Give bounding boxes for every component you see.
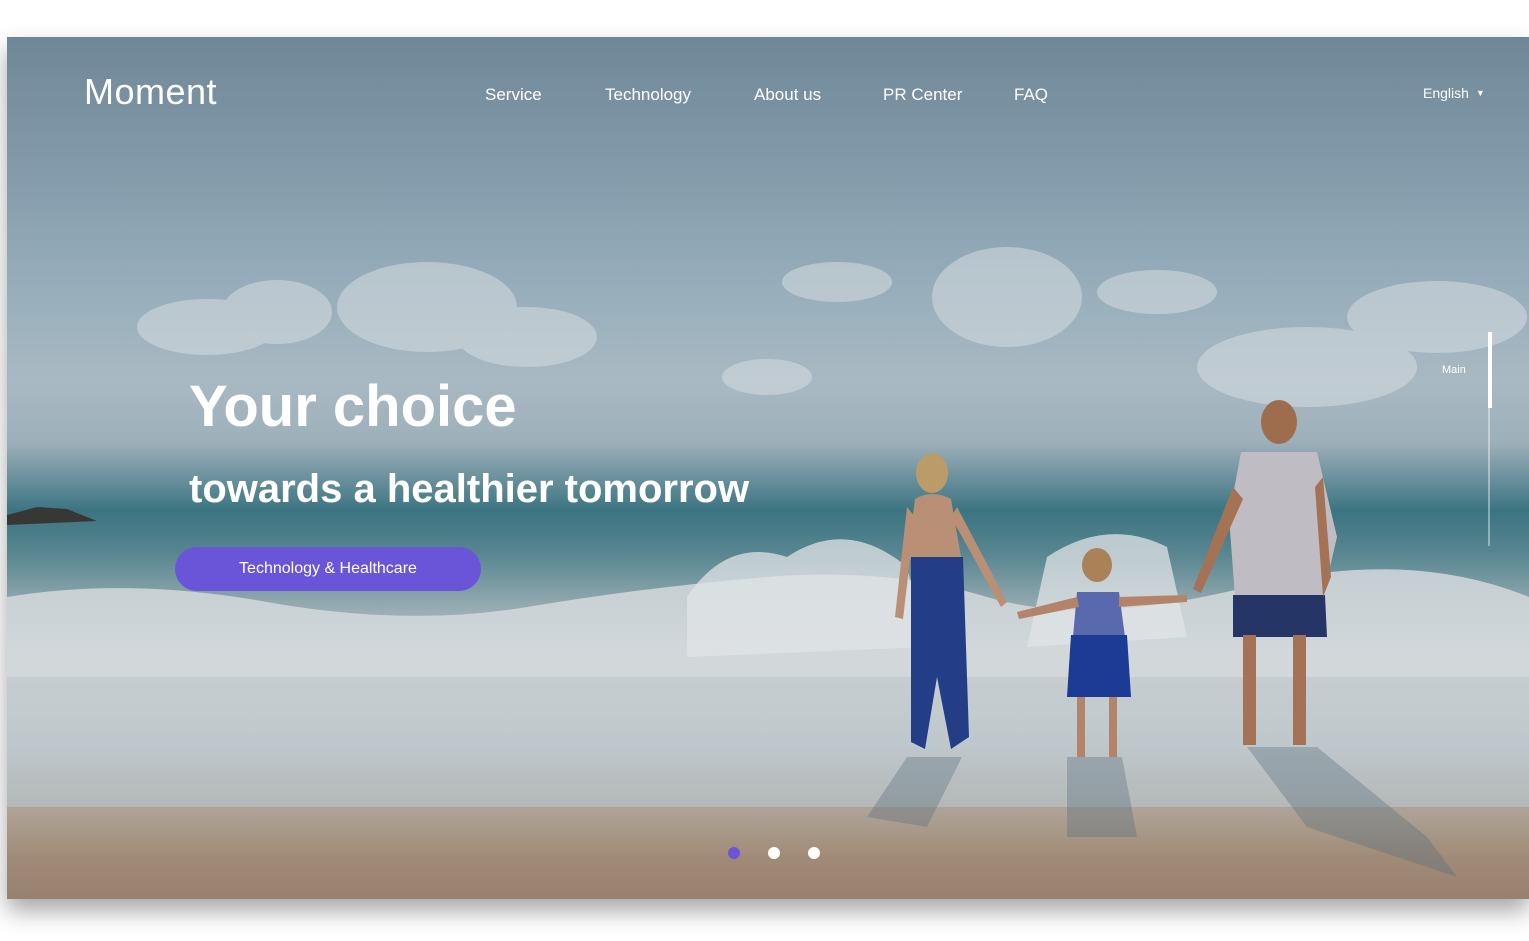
slider-dot-2[interactable] <box>768 847 780 859</box>
nav-item-about-us[interactable]: About us <box>754 85 821 105</box>
slider-dot-1[interactable] <box>728 847 740 859</box>
section-progress-indicator <box>1488 332 1492 408</box>
caret-down-icon: ▼ <box>1475 88 1485 98</box>
slider-pagination <box>728 847 820 859</box>
language-selector[interactable]: English ▼ <box>1423 85 1485 101</box>
hero-section: Moment Service Technology About us PR Ce… <box>7 37 1529 899</box>
nav-item-pr-center[interactable]: PR Center <box>883 85 962 105</box>
language-label: English <box>1423 85 1469 101</box>
brand-logo[interactable]: Moment <box>84 71 217 113</box>
section-label-main[interactable]: Main <box>1442 364 1466 376</box>
hero-title: Your choice <box>189 374 517 439</box>
technology-healthcare-button[interactable]: Technology & Healthcare <box>175 547 481 591</box>
nav-item-faq[interactable]: FAQ <box>1014 85 1048 105</box>
hero-subtitle: towards a healthier tomorrow <box>189 467 750 511</box>
nav-item-technology[interactable]: Technology <box>605 85 691 105</box>
nav-item-service[interactable]: Service <box>485 85 542 105</box>
slider-dot-3[interactable] <box>808 847 820 859</box>
